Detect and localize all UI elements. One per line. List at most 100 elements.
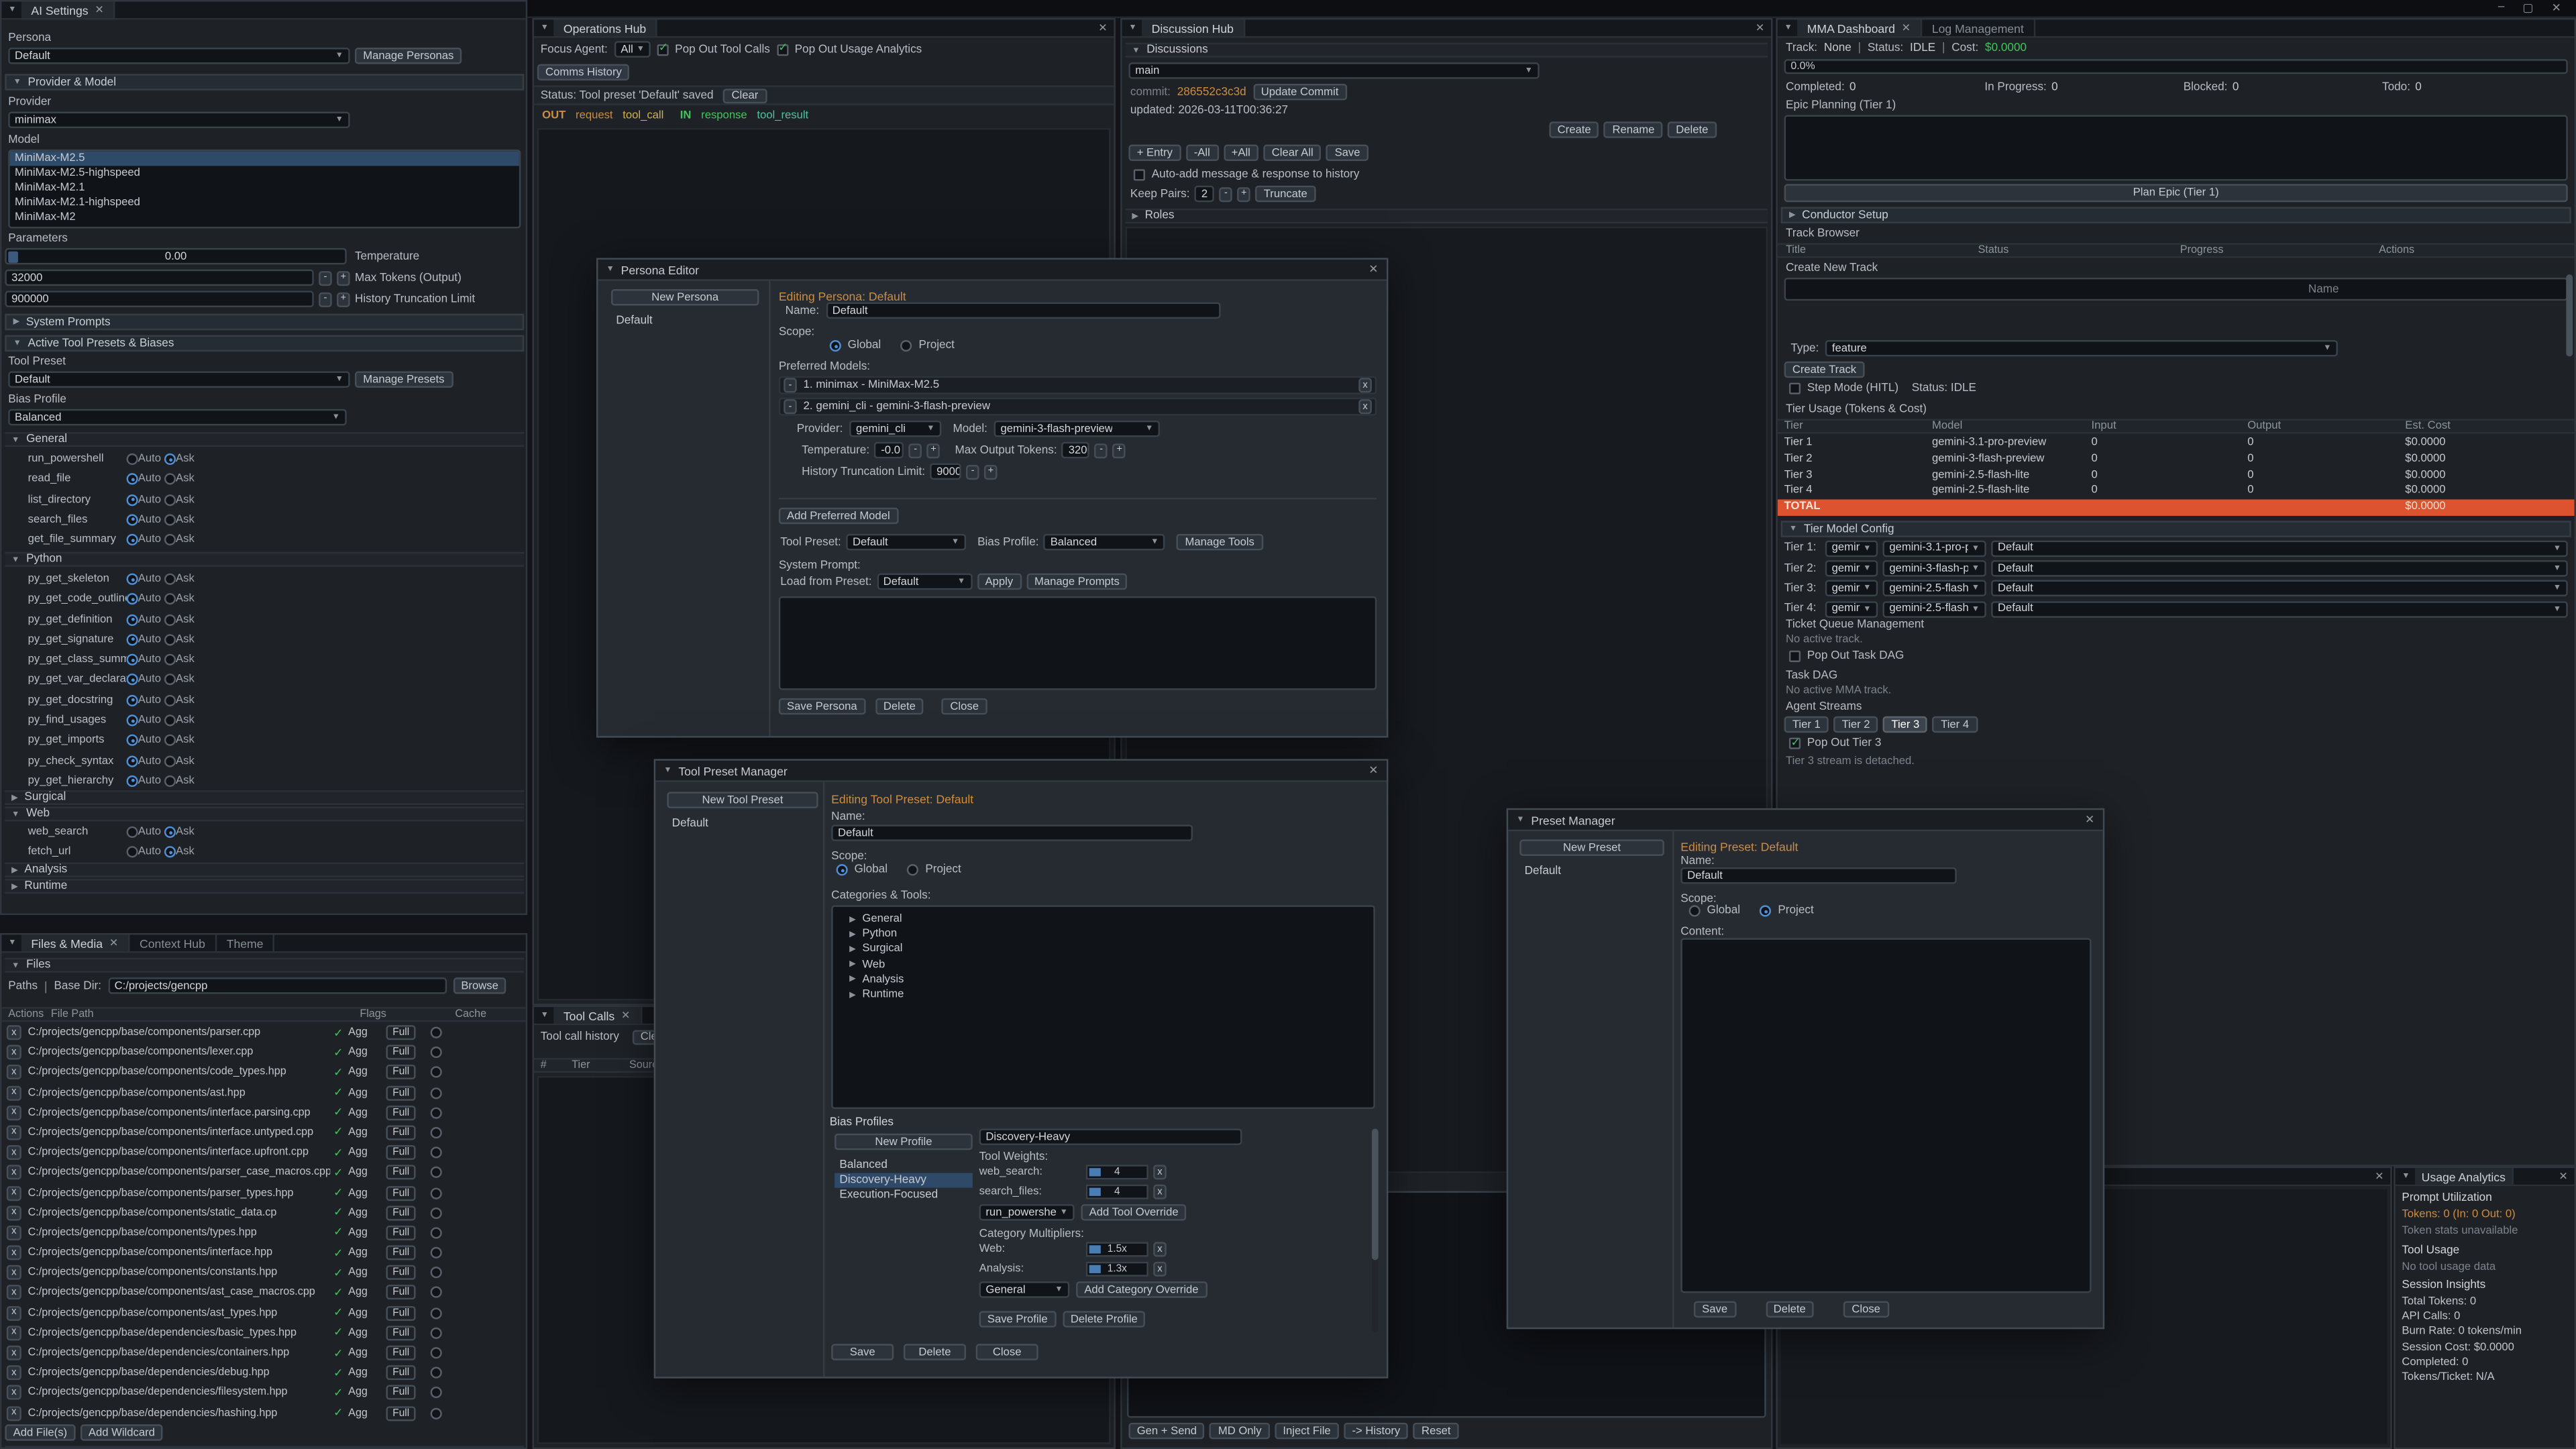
category-override-select[interactable]: General▼ xyxy=(979,1281,1070,1297)
remove-model-button[interactable]: x xyxy=(1358,399,1372,414)
remove-multiplier-button[interactable]: x xyxy=(1153,1262,1167,1277)
stream-tab[interactable]: Tier 1 xyxy=(1784,716,1829,733)
agg-check-icon[interactable]: ✓ xyxy=(333,1346,348,1360)
auto-radio[interactable] xyxy=(127,614,138,625)
remove-file-button[interactable]: x xyxy=(7,1145,21,1160)
multiplier-slider[interactable]: 1.5x xyxy=(1086,1242,1148,1256)
rename-discussion-button[interactable]: Rename xyxy=(1604,121,1662,138)
files-section-header[interactable]: ▼Files xyxy=(5,958,524,973)
epic-planning-textarea[interactable] xyxy=(1784,115,2568,180)
reorder-handle[interactable]: - xyxy=(784,378,797,392)
agg-check-icon[interactable]: ✓ xyxy=(333,1246,348,1260)
temperature-slider[interactable]: 0.00 xyxy=(5,248,346,264)
cache-toggle[interactable] xyxy=(431,1247,442,1258)
close-panel-icon[interactable]: ✕ xyxy=(2553,1170,2575,1183)
remove-file-button[interactable]: x xyxy=(7,1165,21,1180)
remove-file-button[interactable]: x xyxy=(7,1185,21,1200)
agg-check-icon[interactable]: ✓ xyxy=(333,1186,348,1199)
decrement-button[interactable]: - xyxy=(319,292,332,307)
history-limit-input[interactable]: 900000 xyxy=(5,290,313,307)
close-dialog-icon[interactable]: ✕ xyxy=(2085,813,2094,826)
remove-model-button[interactable]: x xyxy=(1358,378,1372,392)
auto-radio[interactable] xyxy=(127,574,138,585)
agg-check-icon[interactable]: ✓ xyxy=(333,1026,348,1039)
max-tokens-input[interactable]: 32000 xyxy=(5,270,313,286)
decrement-button[interactable]: - xyxy=(966,464,979,479)
agg-flag-label[interactable]: Agg xyxy=(348,1307,386,1318)
tab-operations-hub[interactable]: Operations Hub xyxy=(553,19,657,36)
full-flag-button[interactable]: Full xyxy=(386,1025,416,1040)
weight-slider[interactable]: 4 xyxy=(1086,1185,1148,1199)
track-name-input[interactable]: Name xyxy=(1784,278,2568,301)
cache-toggle[interactable] xyxy=(431,1407,442,1419)
ask-radio[interactable] xyxy=(164,574,176,585)
system-prompts-section-header[interactable]: ▶System Prompts xyxy=(5,314,524,330)
provider-select[interactable]: gemini_cli▼ xyxy=(849,421,941,437)
auto-radio[interactable] xyxy=(127,847,138,858)
collapse-caret-icon[interactable]: ▼ xyxy=(541,1010,549,1020)
bias-profile-item[interactable]: Discovery-Heavy xyxy=(835,1173,973,1187)
full-flag-button[interactable]: Full xyxy=(386,1045,416,1060)
tab-mma-dashboard[interactable]: MMA Dashboard✕ xyxy=(1797,19,1922,36)
browse-button[interactable]: Browse xyxy=(453,977,506,994)
composer-button[interactable]: Reset xyxy=(1413,1423,1459,1439)
bias-profile-item[interactable]: Balanced xyxy=(835,1159,973,1173)
agg-flag-label[interactable]: Agg xyxy=(348,1027,386,1038)
ask-radio[interactable] xyxy=(164,634,176,645)
conductor-setup-header[interactable]: ▶Conductor Setup xyxy=(1781,207,2571,223)
tool-preset-select[interactable]: Default▼ xyxy=(846,534,966,550)
cache-toggle[interactable] xyxy=(431,1327,442,1338)
discussion-select[interactable]: main▼ xyxy=(1128,62,1539,78)
add-category-override-button[interactable]: Add Category Override xyxy=(1076,1281,1207,1297)
scope-project-radio[interactable] xyxy=(907,864,918,875)
close-dialog-icon[interactable]: ✕ xyxy=(1368,764,1378,777)
close-icon[interactable]: ✕ xyxy=(2552,1,2561,15)
cache-toggle[interactable] xyxy=(431,1127,442,1138)
category-row[interactable]: ▶General xyxy=(833,912,1374,927)
cache-toggle[interactable] xyxy=(431,1207,442,1218)
step-mode-checkbox[interactable] xyxy=(1789,383,1801,394)
category-row[interactable]: ▶Web xyxy=(833,957,1374,973)
agg-flag-label[interactable]: Agg xyxy=(348,1147,386,1159)
system-prompt-textarea[interactable] xyxy=(779,596,1377,690)
auto-radio[interactable] xyxy=(127,534,138,545)
manage-tools-button[interactable]: Manage Tools xyxy=(1177,534,1263,550)
auto-add-checkbox[interactable] xyxy=(1134,169,1145,180)
agg-flag-label[interactable]: Agg xyxy=(348,1046,386,1058)
full-flag-button[interactable]: Full xyxy=(386,1385,416,1400)
full-flag-button[interactable]: Full xyxy=(386,1106,416,1120)
new-persona-button[interactable]: New Persona xyxy=(611,289,759,305)
auto-radio[interactable] xyxy=(127,474,138,485)
track-type-select[interactable]: feature▼ xyxy=(1825,340,2338,356)
agg-check-icon[interactable]: ✓ xyxy=(333,1387,348,1400)
category-row[interactable]: ▶Runtime xyxy=(833,987,1374,1003)
close-panel-icon[interactable]: ✕ xyxy=(2368,1170,2390,1183)
remove-file-button[interactable]: x xyxy=(7,1065,21,1080)
remove-file-button[interactable]: x xyxy=(7,1346,21,1360)
agg-check-icon[interactable]: ✓ xyxy=(333,1286,348,1299)
agg-check-icon[interactable]: ✓ xyxy=(333,1326,348,1340)
agg-flag-label[interactable]: Agg xyxy=(348,1087,386,1098)
weight-slider[interactable]: 4 xyxy=(1086,1165,1148,1179)
close-tab-icon[interactable]: ✕ xyxy=(109,936,118,950)
add-entry-button[interactable]: + Entry xyxy=(1128,145,1181,161)
apply-button[interactable]: Apply xyxy=(977,574,1021,590)
tool-preset-select[interactable]: Default▼ xyxy=(8,371,350,387)
history-limit-input[interactable]: 900000 xyxy=(930,464,961,480)
auto-radio[interactable] xyxy=(127,494,138,505)
screenshots-section-header[interactable]: ▼Screenshots xyxy=(5,1446,524,1449)
full-flag-button[interactable]: Full xyxy=(386,1265,416,1280)
category-row[interactable]: ▶Python xyxy=(833,927,1374,943)
ask-radio[interactable] xyxy=(164,714,176,726)
remove-file-button[interactable]: x xyxy=(7,1025,21,1040)
create-discussion-button[interactable]: Create xyxy=(1549,121,1599,138)
ask-radio[interactable] xyxy=(164,594,176,605)
decrement-button[interactable]: - xyxy=(1095,443,1108,458)
tier-preset-select[interactable]: Default▼ xyxy=(1991,601,2568,617)
remove-file-button[interactable]: x xyxy=(7,1106,21,1120)
model-option[interactable]: MiniMax-M2.5-highspeed xyxy=(10,166,519,180)
collapse-caret-icon[interactable]: ▼ xyxy=(8,938,16,948)
agg-check-icon[interactable]: ✓ xyxy=(333,1086,348,1099)
persona-select[interactable]: Default▼ xyxy=(8,48,350,64)
remove-file-button[interactable]: x xyxy=(7,1385,21,1400)
